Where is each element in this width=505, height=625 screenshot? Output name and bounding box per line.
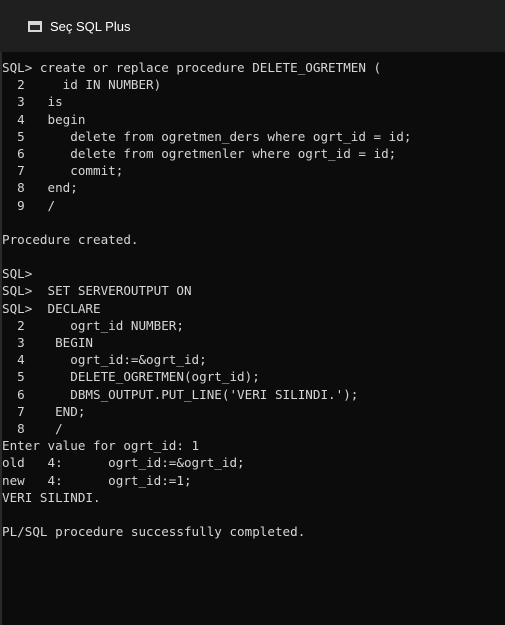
console-line: SQL> [2, 266, 33, 282]
console-line: Procedure created. [2, 231, 139, 247]
console-line: Enter value for ogrt_id: 1 [2, 438, 200, 454]
sqlplus-window: Seç SQL Plus SQL> create or replace proc… [0, 0, 505, 625]
console-line: 9 / [2, 197, 56, 213]
console-line: 2 id IN NUMBER) [2, 77, 162, 93]
console-window-icon [28, 20, 42, 32]
console-line: 7 END; [2, 403, 86, 419]
console-line: new 4: ogrt_id:=1; [2, 472, 192, 488]
console-line: 5 DELETE_OGRETMEN(ogrt_id); [2, 369, 260, 385]
console-line: 3 BEGIN [2, 335, 93, 350]
console-line: PL/SQL procedure successfully completed. [2, 524, 306, 540]
console-line: old 4: ogrt_id:=&ogrt_id; [2, 455, 245, 471]
window-title: Seç SQL Plus [50, 18, 131, 34]
console-line: 4 ogrt_id:=&ogrt_id; [2, 352, 207, 368]
console-line: SQL> SET SERVEROUTPUT ON [2, 283, 192, 299]
console-line: 4 begin [2, 111, 86, 127]
console-line: 3 is [2, 94, 63, 110]
console-line: SQL> DECLARE [2, 300, 101, 316]
console-line: SQL> create or replace procedure DELETE_… [2, 60, 382, 75]
console-line: VERI SILINDI. [2, 489, 101, 505]
console-line: 5 delete from ogretmen_ders where ogrt_i… [2, 128, 412, 144]
console-line: 2 ogrt_id NUMBER; [2, 317, 184, 333]
console-line: 6 delete from ogretmenler where ogrt_id … [2, 145, 397, 161]
title-bar[interactable]: Seç SQL Plus [0, 0, 505, 52]
console-output[interactable]: SQL> create or replace procedure DELETE_… [0, 52, 505, 625]
console-line: 7 commit; [2, 163, 124, 179]
console-line: 6 DBMS_OUTPUT.PUT_LINE('VERI SILINDI.'); [2, 386, 359, 402]
console-line: 8 / [2, 420, 63, 436]
console-line: 8 end; [2, 180, 78, 196]
